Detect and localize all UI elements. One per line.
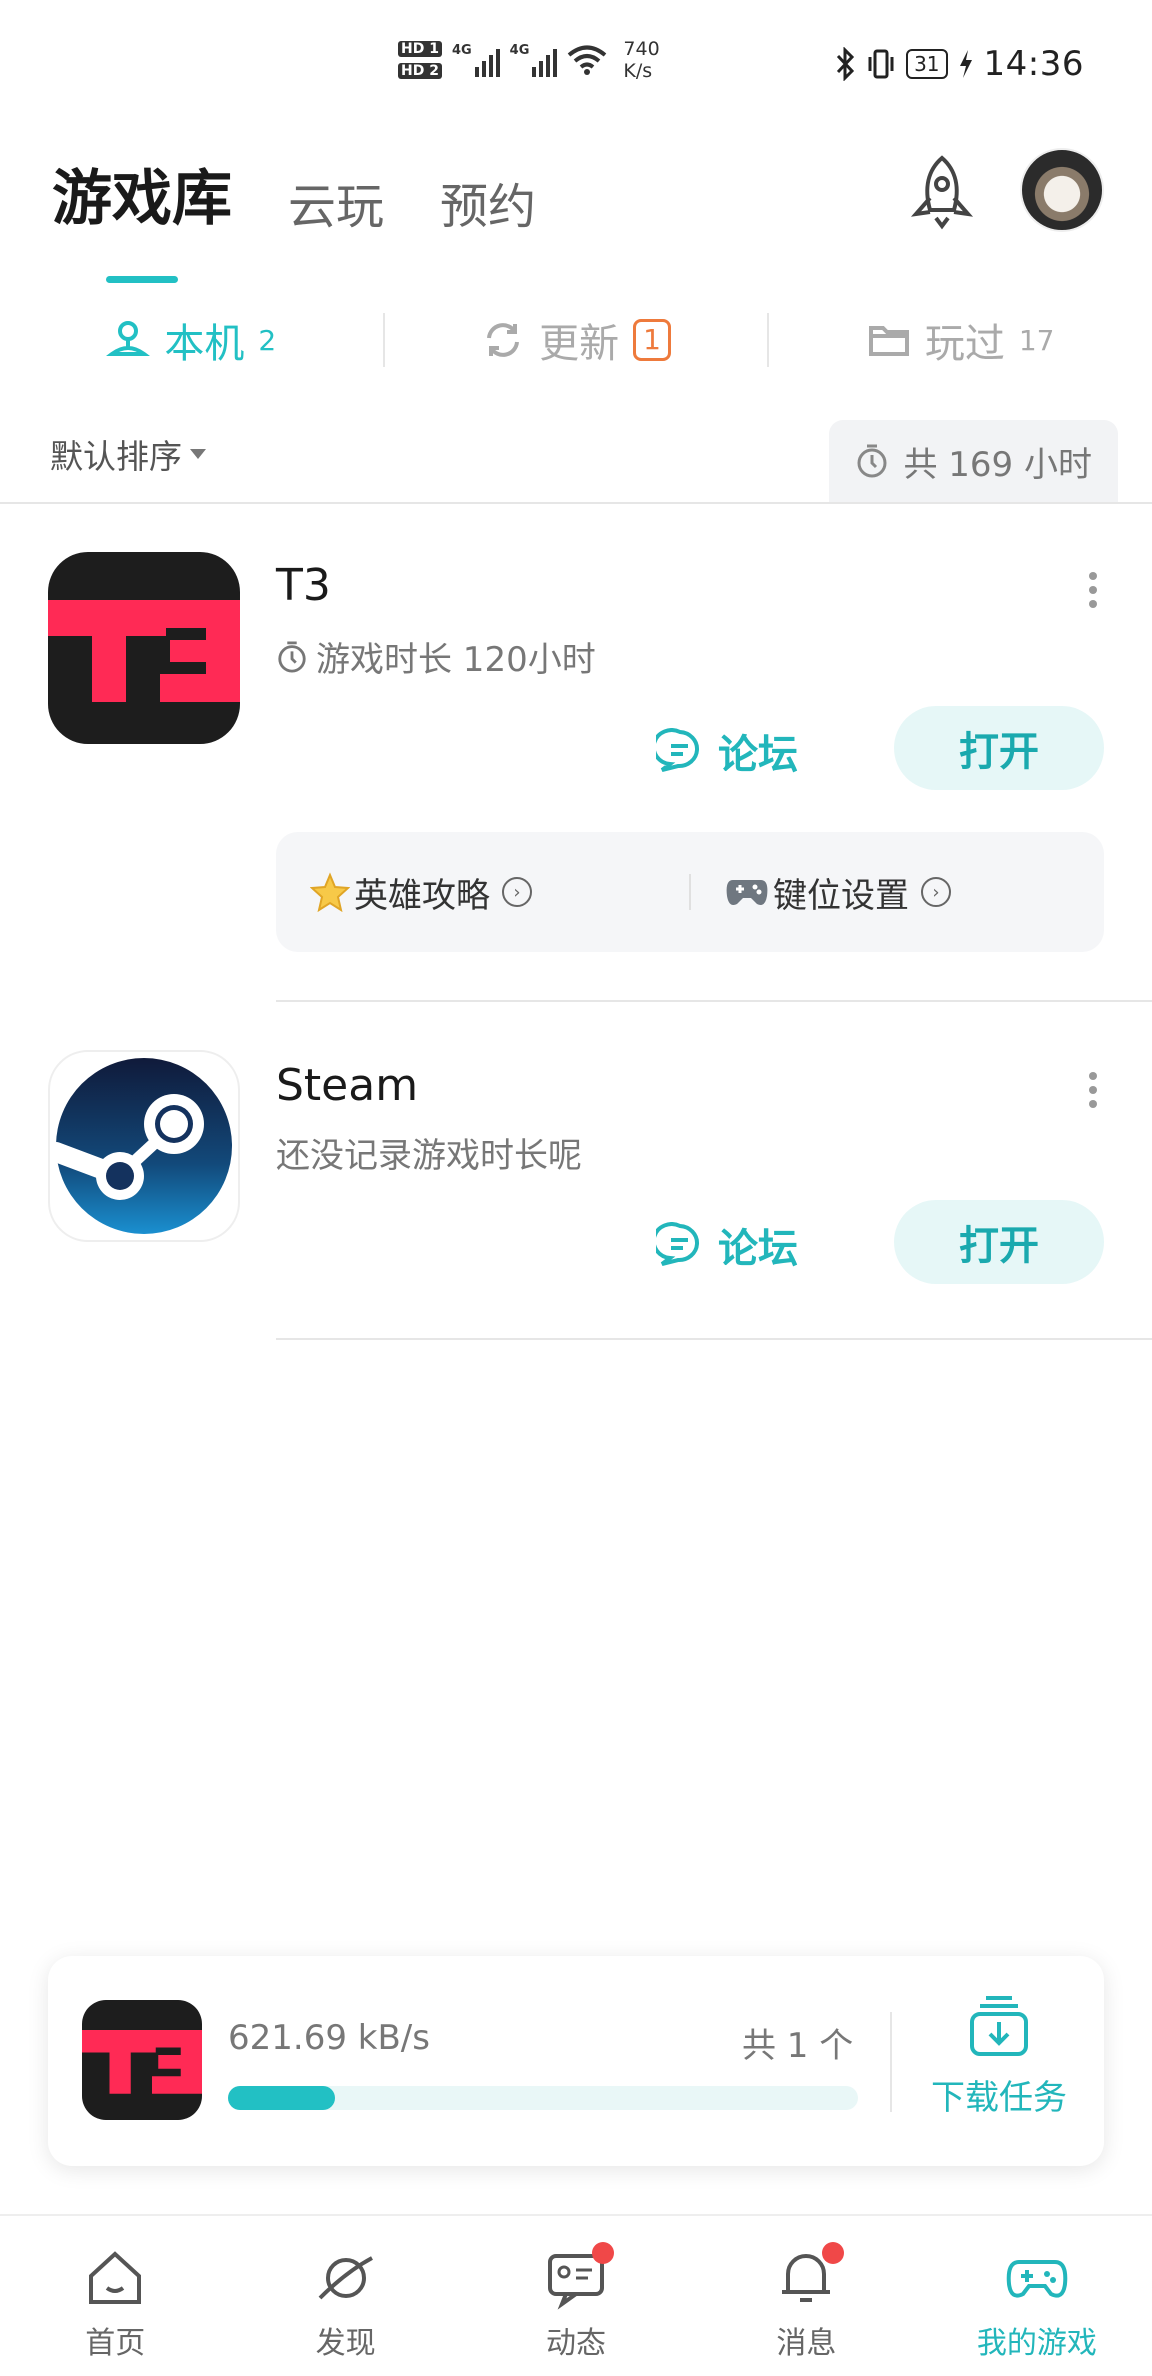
game-playtime-label: 游戏时长 120小时: [316, 640, 596, 680]
rocket-icon[interactable]: [902, 152, 982, 232]
game-playtime-label: 还没记录游戏时长呢: [276, 1136, 582, 1176]
open-button[interactable]: 打开: [894, 1200, 1104, 1284]
status-left: HD 1 HD 2 4G 4G 740 K/s: [398, 38, 660, 82]
signal-icon-2: 4G: [510, 43, 558, 77]
game-name: Steam: [276, 1060, 419, 1111]
divider: [890, 2012, 892, 2112]
battery-icon: 31: [906, 49, 948, 79]
more-options-icon[interactable]: [1084, 572, 1102, 608]
game-name: T3: [276, 560, 331, 611]
sort-label: 默认排序: [50, 437, 182, 476]
nav-discover-label: 发现: [315, 2326, 376, 2361]
nav-my-games[interactable]: 我的游戏: [922, 2216, 1152, 2376]
chevron-right-icon: ›: [921, 877, 951, 907]
tab-cloud-play[interactable]: 云玩: [288, 167, 384, 237]
timer-icon: [857, 444, 887, 478]
forum-button-label: 论坛: [718, 1226, 798, 1272]
game-shortcuts: 英雄攻略 › 键位设置 ›: [276, 832, 1104, 952]
shortcut-hero-guide-label: 英雄攻略: [354, 875, 490, 916]
divider: [0, 502, 1152, 504]
t3-app-icon: [82, 2000, 202, 2120]
download-tasks-button[interactable]: 下载任务: [914, 1994, 1084, 2119]
wifi-icon: [568, 45, 607, 75]
timer-icon: [278, 640, 306, 673]
nav-messages-label: 消息: [776, 2326, 837, 2361]
update-count-badge: 1: [633, 319, 671, 361]
hd-badge-1: HD 1: [398, 41, 442, 57]
gamepad-icon: [1006, 2260, 1068, 2298]
bluetooth-icon: [836, 47, 855, 81]
chat-icon: [656, 1222, 700, 1266]
charging-icon: [959, 50, 972, 78]
download-progress-fill: [228, 2086, 336, 2110]
download-progress-bar: [228, 2086, 858, 2110]
chat-icon: [656, 728, 700, 772]
shortcut-key-settings[interactable]: 键位设置 ›: [691, 868, 1104, 917]
hd-badge-2: HD 2: [398, 63, 442, 79]
total-playtime: 共 169 小时: [829, 420, 1118, 502]
hd-badges: HD 1 HD 2: [398, 41, 442, 79]
download-count: 共 1 个: [742, 2026, 854, 2066]
total-playtime-label: 共 169 小时: [903, 444, 1092, 485]
more-options-icon[interactable]: [1084, 1072, 1102, 1108]
download-card[interactable]: 621.69 kB/s 共 1 个 下载任务: [48, 1956, 1104, 2166]
download-box-icon: [970, 1996, 1028, 2056]
nav-home[interactable]: 首页: [0, 2216, 230, 2376]
shortcut-key-settings-label: 键位设置: [773, 875, 909, 916]
forum-button[interactable]: 论坛: [656, 1216, 798, 1274]
nav-my-games-label: 我的游戏: [976, 2326, 1097, 2361]
clock: 14:36: [983, 44, 1084, 84]
refresh-icon: [487, 323, 520, 357]
divider: [276, 1000, 1152, 1002]
star-icon: [310, 872, 350, 912]
bottom-nav: 首页 发现 动态 消息 我的游戏: [0, 2214, 1152, 2376]
sub-tabs: 本机 2 更新 1 玩过 17: [0, 300, 1152, 380]
folder-icon: [868, 326, 909, 356]
vibrate-icon: [868, 49, 894, 79]
subtab-update[interactable]: 更新 1: [385, 311, 768, 369]
notification-dot: [822, 2242, 845, 2264]
shortcut-hero-guide[interactable]: 英雄攻略 ›: [276, 868, 689, 917]
download-tasks-label: 下载任务: [931, 2078, 1067, 2118]
subtab-played-label: 玩过: [924, 321, 1005, 367]
t3-app-icon[interactable]: [48, 552, 240, 744]
gamepad-icon: [726, 880, 768, 905]
subtab-update-label: 更新: [539, 321, 620, 367]
status-right: 31 14:36: [834, 44, 1084, 84]
open-button[interactable]: 打开: [894, 706, 1104, 790]
game-playtime: 还没记录游戏时长呢: [276, 1128, 582, 1177]
game-playtime: 游戏时长 120小时: [276, 632, 596, 681]
subtab-local[interactable]: 本机 2: [0, 311, 383, 369]
top-tabs: 游戏库 云玩 预约: [52, 150, 536, 283]
forum-button-label: 论坛: [718, 732, 798, 778]
subtab-played-count: 17: [1018, 323, 1055, 357]
download-speed: 621.69 kB/s: [228, 2018, 430, 2058]
device-icon: [106, 321, 151, 356]
subtab-local-count: 2: [258, 323, 277, 357]
forum-button[interactable]: 论坛: [656, 722, 798, 780]
nav-home-label: 首页: [85, 2326, 146, 2361]
nav-feed[interactable]: 动态: [461, 2216, 691, 2376]
divider: [276, 1338, 1152, 1340]
tab-reservation[interactable]: 预约: [440, 167, 536, 237]
home-icon: [89, 2251, 142, 2304]
nav-discover[interactable]: 发现: [230, 2216, 460, 2376]
chevron-right-icon: ›: [502, 877, 532, 907]
planet-icon: [318, 2256, 373, 2300]
caret-down-icon: [190, 449, 206, 459]
steam-app-icon[interactable]: [48, 1050, 240, 1242]
nav-feed-label: 动态: [546, 2326, 607, 2361]
subtab-local-label: 本机: [164, 321, 245, 367]
tab-game-library[interactable]: 游戏库: [52, 150, 232, 283]
sort-dropdown[interactable]: 默认排序: [50, 430, 206, 478]
user-avatar[interactable]: [1020, 148, 1104, 232]
subtab-played[interactable]: 玩过 17: [769, 311, 1152, 369]
nav-messages[interactable]: 消息: [691, 2216, 921, 2376]
status-bar: HD 1 HD 2 4G 4G 740 K/s 31 14:36: [0, 0, 1152, 130]
signal-icon-1: 4G: [452, 43, 500, 77]
network-speed: 740 K/s: [623, 38, 660, 82]
notification-dot: [592, 2242, 615, 2264]
